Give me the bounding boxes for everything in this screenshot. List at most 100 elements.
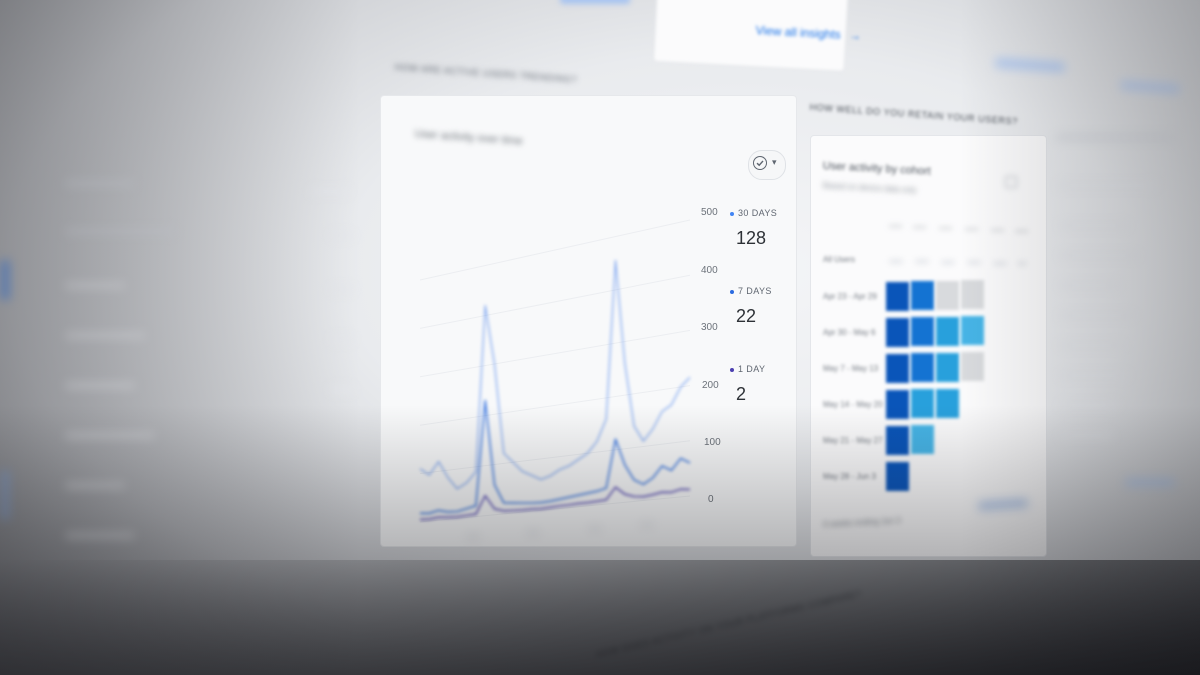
cohort-cell[interactable] bbox=[886, 462, 909, 491]
metric-label: 1 DAY bbox=[730, 364, 765, 374]
placeholder-text bbox=[65, 382, 135, 389]
column-header: ▭▭ bbox=[939, 225, 953, 232]
metric-label-text: 30 DAYS bbox=[738, 208, 778, 218]
top-right-link[interactable] bbox=[994, 57, 1066, 73]
chart-grid bbox=[419, 219, 691, 523]
right-panel-link[interactable] bbox=[1125, 478, 1175, 487]
chart-gridline bbox=[419, 385, 691, 426]
placeholder-text bbox=[588, 526, 602, 532]
view-all-insights-label: View all insights bbox=[755, 23, 842, 42]
cohort-cell[interactable] bbox=[911, 389, 934, 419]
placeholder-text bbox=[915, 259, 929, 264]
platforms-section-header: HOW DOES ACTIVITY ON YOUR PLATFORMS COMP… bbox=[595, 588, 863, 660]
placeholder-text bbox=[65, 482, 125, 489]
column-header: ▭▭ bbox=[965, 226, 979, 233]
insights-card: View all insights → bbox=[652, 0, 861, 72]
chart-options-button[interactable]: ▾ bbox=[748, 150, 786, 180]
placeholder-text bbox=[1059, 342, 1124, 349]
placeholder-text bbox=[466, 534, 480, 540]
cohort-row-label: Apr 23 - Apr 29 bbox=[823, 292, 877, 301]
cohort-cell[interactable] bbox=[911, 317, 934, 347]
cohort-row-label: May 28 - Jun 3 bbox=[823, 472, 876, 481]
cohort-row-label: May 7 - May 13 bbox=[823, 364, 879, 373]
placeholder-text bbox=[1057, 182, 1157, 189]
legend-dot-icon bbox=[730, 289, 734, 294]
cohort-row-label: May 21 - May 27 bbox=[823, 436, 883, 445]
chart-gridline bbox=[419, 440, 691, 475]
cohort-cell[interactable] bbox=[936, 316, 959, 346]
column-header: ▭▭ bbox=[991, 227, 1005, 234]
cohort-cell[interactable] bbox=[961, 352, 984, 382]
metric-label: 30 DAYS bbox=[730, 208, 777, 218]
y-axis-tick-label: 500 bbox=[701, 207, 718, 218]
placeholder-text bbox=[1017, 261, 1027, 266]
placeholder-text bbox=[640, 522, 654, 528]
placeholder-text bbox=[330, 386, 354, 393]
cohort-cell[interactable] bbox=[936, 388, 959, 418]
placeholder-text bbox=[1059, 252, 1139, 259]
placeholder-text bbox=[310, 188, 350, 195]
metric-label-text: 7 DAYS bbox=[738, 286, 772, 296]
cohort-cell[interactable] bbox=[886, 390, 909, 419]
cohort-cell[interactable] bbox=[936, 280, 959, 310]
cohort-cell[interactable] bbox=[911, 281, 934, 311]
legend-dot-icon bbox=[730, 211, 734, 216]
placeholder-text bbox=[65, 432, 155, 439]
placeholder-text bbox=[1059, 222, 1129, 229]
cohort-cell[interactable] bbox=[961, 280, 984, 310]
chart-gridline bbox=[419, 274, 691, 329]
cohort-cell[interactable] bbox=[911, 425, 934, 455]
placeholder-text bbox=[941, 260, 955, 265]
column-header: ▭▭ bbox=[889, 223, 903, 230]
placeholder-text bbox=[967, 260, 981, 265]
cohort-row-label: May 14 - May 20 bbox=[823, 400, 883, 409]
left-blurred-panel bbox=[30, 110, 360, 570]
placeholder-text bbox=[65, 228, 175, 235]
placeholder-text bbox=[65, 180, 135, 187]
retention-menu-icon[interactable] bbox=[1005, 176, 1017, 188]
view-all-insights-link[interactable]: View all insights → bbox=[755, 21, 861, 45]
chevron-down-icon: ▾ bbox=[772, 157, 777, 167]
metric-label: 7 DAYS bbox=[730, 286, 772, 296]
cohort-cell[interactable] bbox=[961, 316, 984, 346]
cohort-cell[interactable] bbox=[911, 353, 934, 383]
legend-dot-icon bbox=[730, 367, 734, 372]
cohort-cell[interactable] bbox=[886, 354, 909, 383]
metric-value: 2 bbox=[736, 384, 747, 404]
monitor-screen: View all insights → HOW ARE ACTIVE USERS… bbox=[0, 0, 1200, 675]
placeholder-text bbox=[889, 259, 903, 264]
column-header: ▭▭ bbox=[913, 224, 927, 231]
series-line-30-days bbox=[419, 259, 691, 490]
placeholder-text bbox=[1059, 282, 1119, 289]
arrow-right-icon: → bbox=[848, 28, 862, 43]
placeholder-text bbox=[1055, 134, 1175, 141]
placeholder-text bbox=[993, 261, 1007, 266]
placeholder-text bbox=[65, 532, 135, 539]
placeholder-text bbox=[330, 286, 354, 293]
chart-gridline bbox=[419, 329, 691, 378]
placeholder-text bbox=[330, 336, 354, 343]
placeholder-text bbox=[330, 232, 354, 239]
cohort-cell[interactable] bbox=[886, 282, 909, 311]
cohort-cell[interactable] bbox=[886, 426, 909, 455]
placeholder-text bbox=[65, 332, 145, 339]
retention-section-header: HOW WELL DO YOU RETAIN YOUR USERS? bbox=[809, 102, 1019, 127]
placeholder-text bbox=[65, 282, 125, 289]
metric-value: 22 bbox=[736, 306, 757, 326]
activity-section-header: HOW ARE ACTIVE USERS TRENDING? bbox=[394, 62, 578, 85]
placeholder-text bbox=[1059, 372, 1129, 379]
cohort-cell[interactable] bbox=[936, 352, 959, 382]
left-edge-accent bbox=[0, 470, 10, 520]
metric-label-text: 1 DAY bbox=[738, 364, 766, 374]
top-right-link[interactable] bbox=[1119, 79, 1181, 95]
check-circle-icon bbox=[753, 156, 767, 170]
all-users-label: All Users bbox=[823, 255, 856, 264]
all-users-values bbox=[889, 257, 1029, 267]
left-edge-accent bbox=[0, 260, 10, 300]
top-left-link[interactable] bbox=[560, 0, 630, 4]
active-users-line-chart bbox=[419, 219, 691, 523]
column-header: ▭▭ bbox=[1015, 228, 1029, 235]
metric-value: 128 bbox=[736, 228, 767, 248]
placeholder-text bbox=[1059, 432, 1114, 439]
cohort-cell[interactable] bbox=[886, 318, 909, 347]
